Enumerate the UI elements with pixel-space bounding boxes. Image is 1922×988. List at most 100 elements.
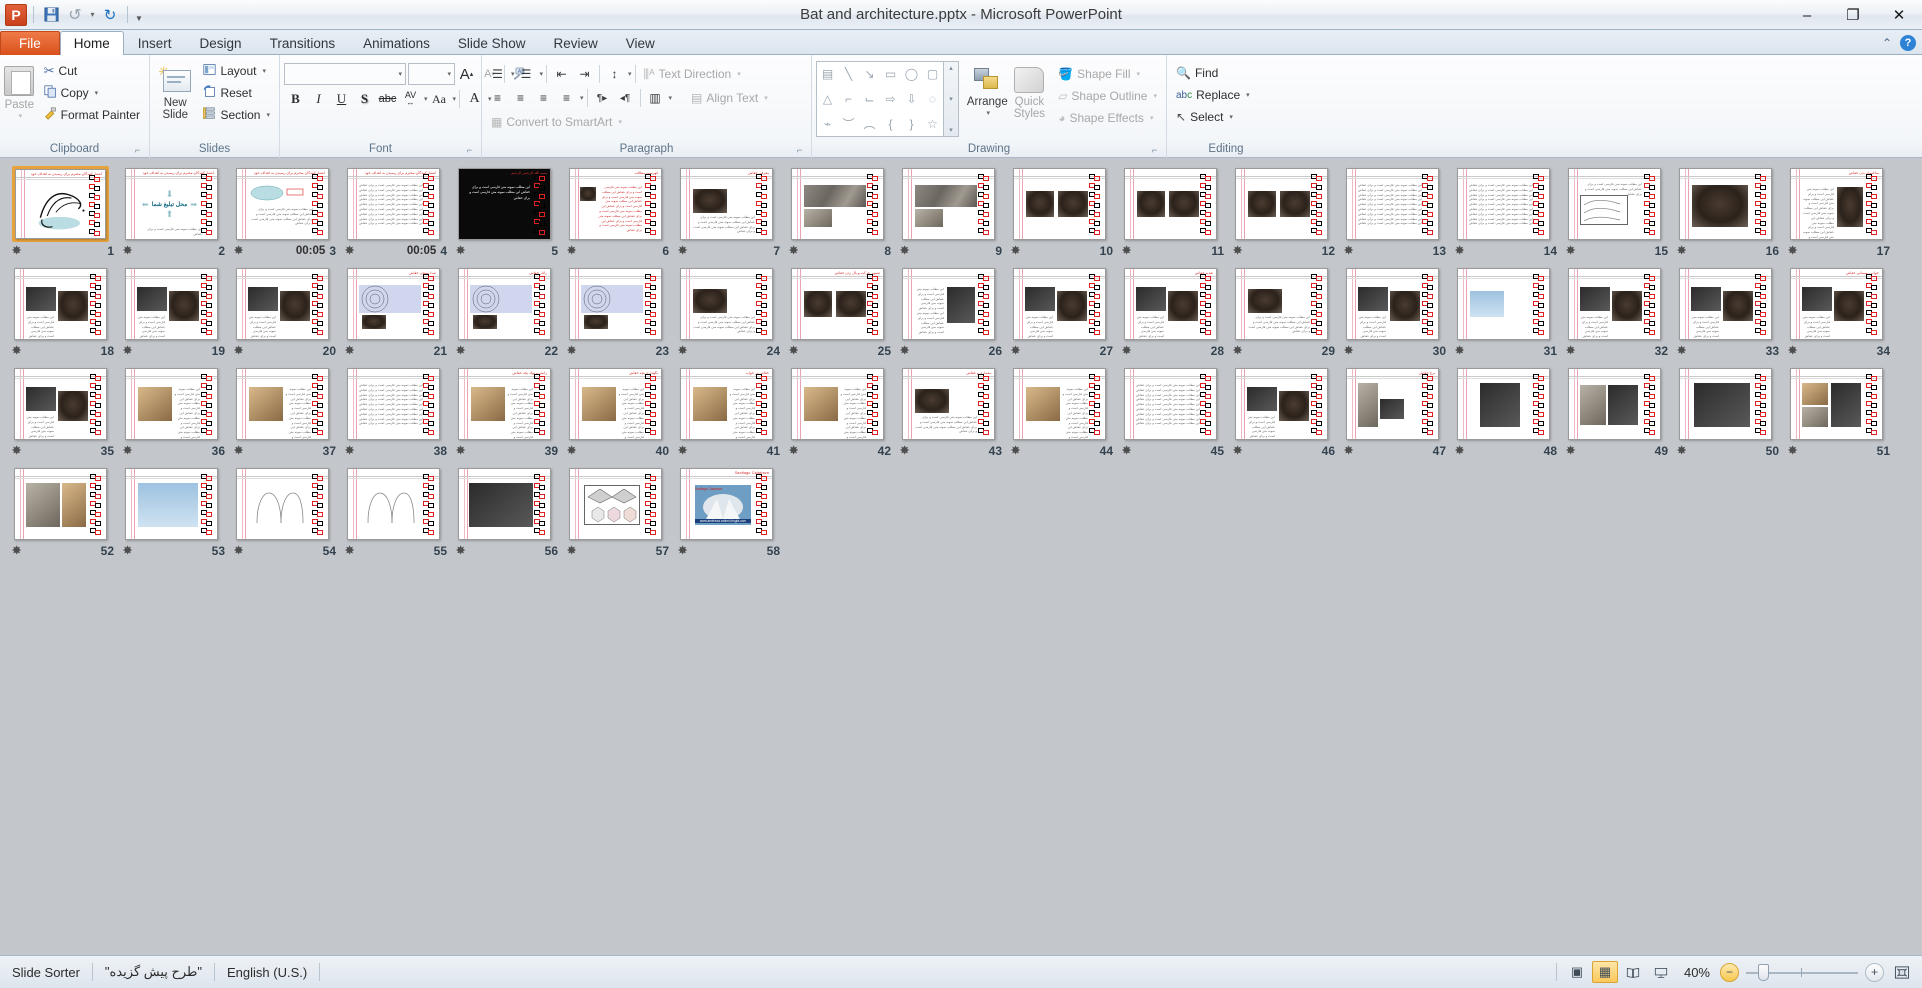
slide-thumbnail[interactable]: این مطلب نمونه متن فارسی است و برای خفاش… <box>234 266 331 342</box>
zoom-in-button[interactable]: + <box>1865 962 1884 982</box>
redo-icon[interactable]: ↻ <box>99 4 121 26</box>
transition-star-icon[interactable]: ✸ <box>345 545 354 557</box>
slide-thumbnail[interactable]: زایش و تولد بچه خفاش این مطلب نمونه متن ف… <box>456 366 553 442</box>
slide-grid[interactable]: انتشارکنندگان محترم برای رسیدن به اهداف … <box>0 158 1922 566</box>
justify-button[interactable]: ≡ <box>555 88 578 109</box>
slide-thumbnail[interactable] <box>1677 366 1774 442</box>
tab-file[interactable]: File <box>0 31 60 55</box>
slide-thumbnail[interactable]: این مطلب نمونه متن فارسی است و برای خفاش… <box>900 266 997 342</box>
paste-button[interactable]: Paste ▾ <box>4 58 35 123</box>
transition-star-icon[interactable]: ✸ <box>1011 345 1020 357</box>
tab-view[interactable]: View <box>612 31 669 55</box>
scroll-up-icon[interactable]: ▴ <box>949 64 953 72</box>
rtl-button[interactable]: ◂¶ <box>614 88 637 109</box>
slide-cell[interactable]: این مطلب نمونه متن فارسی است و برای خفاش… <box>228 266 339 360</box>
slide-cell[interactable]: این مطلب نمونه متن فارسی است و برای خفاش… <box>339 366 450 460</box>
shape-text-box-icon[interactable]: ▤ <box>822 67 833 81</box>
close-button[interactable]: ✕ <box>1876 2 1922 28</box>
slide-thumbnail[interactable] <box>567 266 664 342</box>
slide-canvas[interactable] <box>902 168 995 240</box>
transition-star-icon[interactable]: ✸ <box>234 445 243 457</box>
replace-button[interactable]: abc Replace ▾ <box>1171 84 1255 106</box>
slide-thumbnail[interactable]: انتشارکنندگان محترم برای رسیدن به اهداف … <box>345 166 442 242</box>
transition-star-icon[interactable]: ✸ <box>678 345 687 357</box>
slide-cell[interactable]: این مطلب نمونه متن فارسی است و برای خفاش… <box>1338 166 1449 260</box>
font-dialog-launcher[interactable]: ⌐ <box>464 145 475 156</box>
slide-canvas[interactable]: انتشارکنندگان محترم برای رسیدن به اهداف … <box>236 168 329 240</box>
transition-star-icon[interactable]: ✸ <box>12 245 21 257</box>
collapse-ribbon-icon[interactable]: ⌃ <box>1882 36 1892 50</box>
reset-button[interactable]: Reset <box>198 82 275 104</box>
slide-canvas[interactable] <box>14 468 107 540</box>
slide-canvas[interactable]: برج خفاش <box>1346 368 1439 440</box>
change-case-dropdown-icon[interactable]: ▾ <box>453 95 457 103</box>
shape-rectangle-icon[interactable]: ▭ <box>885 67 896 81</box>
slide-thumbnail[interactable] <box>789 166 886 242</box>
slide-cell[interactable]: این مطلب نمونه متن فارسی است و برای خفاش… <box>1560 166 1671 260</box>
shape-arrow-icon[interactable]: ↘ <box>864 67 874 81</box>
slide-thumbnail[interactable] <box>1122 166 1219 242</box>
slide-canvas[interactable]: انتشارکنندگان محترم برای رسیدن به اهداف … <box>125 168 218 240</box>
tab-animations[interactable]: Animations <box>349 31 444 55</box>
transition-star-icon[interactable]: ✸ <box>1788 445 1797 457</box>
convert-to-smartart-button[interactable]: ▦ Convert to SmartArt ▾ <box>486 111 627 133</box>
tab-home[interactable]: Home <box>59 31 124 55</box>
slide-canvas[interactable] <box>1124 168 1217 240</box>
slide-cell[interactable]: این مطلب نمونه متن فارسی است و برای خفاش… <box>1005 366 1116 460</box>
text-direction-dropdown-icon[interactable]: ▾ <box>737 70 741 78</box>
tab-design[interactable]: Design <box>186 31 256 55</box>
transition-star-icon[interactable]: ✸ <box>234 245 243 257</box>
slide-cell[interactable]: ✸ 53 <box>117 466 228 560</box>
transition-star-icon[interactable]: ✸ <box>567 345 576 357</box>
slide-thumbnail[interactable]: این مطلب نمونه متن فارسی است و برای خفاش… <box>1566 166 1663 242</box>
transition-star-icon[interactable]: ✸ <box>1344 345 1353 357</box>
slide-thumbnail[interactable] <box>1233 166 1330 242</box>
slide-canvas[interactable]: انتشارکنندگان محترم برای رسیدن به اهداف … <box>15 169 106 239</box>
slide-canvas[interactable] <box>1679 168 1772 240</box>
slide-thumbnail[interactable]: انتشارکنندگان محترم برای رسیدن به اهداف … <box>234 166 331 242</box>
view-button-slide-show[interactable] <box>1648 961 1674 983</box>
slide-cell[interactable]: این مطلب نمونه متن فارسی است و برای خفاش… <box>1449 166 1560 260</box>
columns-button[interactable]: ▥ <box>644 88 667 109</box>
slide-canvas[interactable]: این مطلب نمونه متن فارسی است و برای خفاش… <box>1457 168 1550 240</box>
transition-star-icon[interactable]: ✸ <box>1233 345 1242 357</box>
shape-line-icon[interactable]: ╲ <box>845 67 852 81</box>
font-size-dropdown-icon[interactable]: ▾ <box>447 70 451 78</box>
shapes-gallery[interactable]: ▤ ╲ ↘ ▭ ◯ ▢ △ ⌐ ⌙ ⇨ ⇩ ◌ ⌁ ︶ ︵ { } ☆ ▴ ▾ … <box>816 61 959 137</box>
slide-canvas[interactable]: تغذیه خفاش این مطلب نمونه متن فارسی است و… <box>1124 268 1217 340</box>
shape-cloud-icon[interactable]: ◌ <box>929 92 936 106</box>
view-button-slide-sorter[interactable]: ▦ <box>1591 961 1618 983</box>
tab-transitions[interactable]: Transitions <box>256 31 350 55</box>
transition-star-icon[interactable]: ✸ <box>1788 245 1797 257</box>
slide-cell[interactable]: ✸ 11 <box>1116 166 1227 260</box>
transition-star-icon[interactable]: ✸ <box>789 445 798 457</box>
slide-cell[interactable]: این مطلب نمونه متن فارسی است و برای خفاش… <box>1560 266 1671 360</box>
shape-freeform-icon[interactable]: ⌁ <box>824 117 831 131</box>
slide-canvas[interactable]: Santiago Calatrava Santiago Calatrava www.… <box>680 468 773 540</box>
shape-outline-dropdown-icon[interactable]: ▾ <box>1153 92 1157 100</box>
slide-canvas[interactable]: این مطلب نمونه متن فارسی است و برای خفاش… <box>1013 368 1106 440</box>
transition-star-icon[interactable]: ✸ <box>345 445 354 457</box>
slide-cell[interactable]: این مطلب نمونه متن فارسی است و برای خفاش… <box>117 266 228 360</box>
view-button-normal[interactable]: ▣ <box>1564 961 1590 983</box>
powerpoint-logo-icon[interactable]: P <box>5 3 27 26</box>
transition-star-icon[interactable]: ✸ <box>12 445 21 457</box>
layout-button[interactable]: Layout ▾ <box>198 60 275 82</box>
slide-cell[interactable]: معرفی خفاش این مطلب نمونه متن فارسی است و… <box>672 166 783 260</box>
slide-cell[interactable]: Santiago Calatrava Santiago Calatrava www.… <box>672 466 783 560</box>
shape-rounded-rect-icon[interactable]: ▢ <box>927 67 938 81</box>
slide-cell[interactable]: ✸ 9 <box>894 166 1005 260</box>
transition-star-icon[interactable]: ✸ <box>1344 245 1353 257</box>
slide-canvas[interactable] <box>569 468 662 540</box>
slide-cell[interactable]: تغذیه خفاش این مطلب نمونه متن فارسی است و… <box>1116 266 1227 360</box>
slide-canvas[interactable]: رادار خفاش <box>458 268 551 340</box>
transition-star-icon[interactable]: ✸ <box>1011 445 1020 457</box>
slide-thumbnail[interactable]: این مطلب نمونه متن فارسی است و برای خفاش… <box>1566 266 1663 342</box>
align-right-button[interactable]: ≡ <box>532 88 555 109</box>
slide-thumbnail[interactable]: خفاش در خواب این مطلب نمونه متن فارسی است… <box>678 366 775 442</box>
select-button[interactable]: ↖ Select ▾ <box>1171 106 1255 128</box>
undo-icon[interactable]: ↺ <box>64 4 86 26</box>
transition-star-icon[interactable]: ✸ <box>900 445 909 457</box>
slide-thumbnail[interactable]: این مطلب نمونه متن فارسی است و برای خفاش… <box>12 266 109 342</box>
slide-canvas[interactable]: انتشارکنندگان محترم برای رسیدن به اهداف … <box>347 168 440 240</box>
